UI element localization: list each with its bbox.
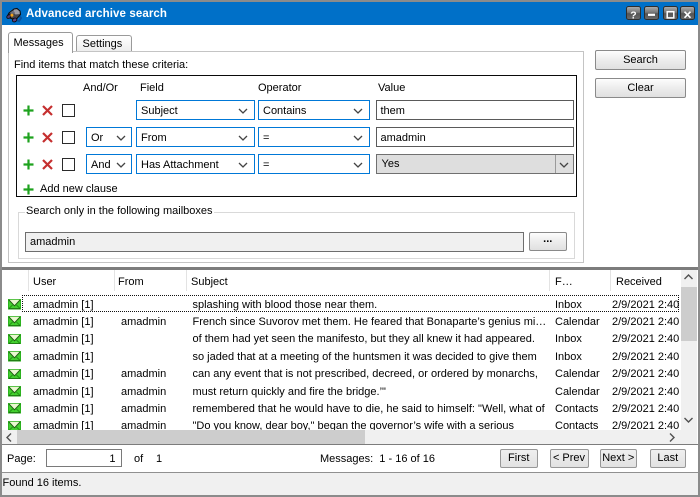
svg-text:?: ? bbox=[630, 9, 636, 20]
